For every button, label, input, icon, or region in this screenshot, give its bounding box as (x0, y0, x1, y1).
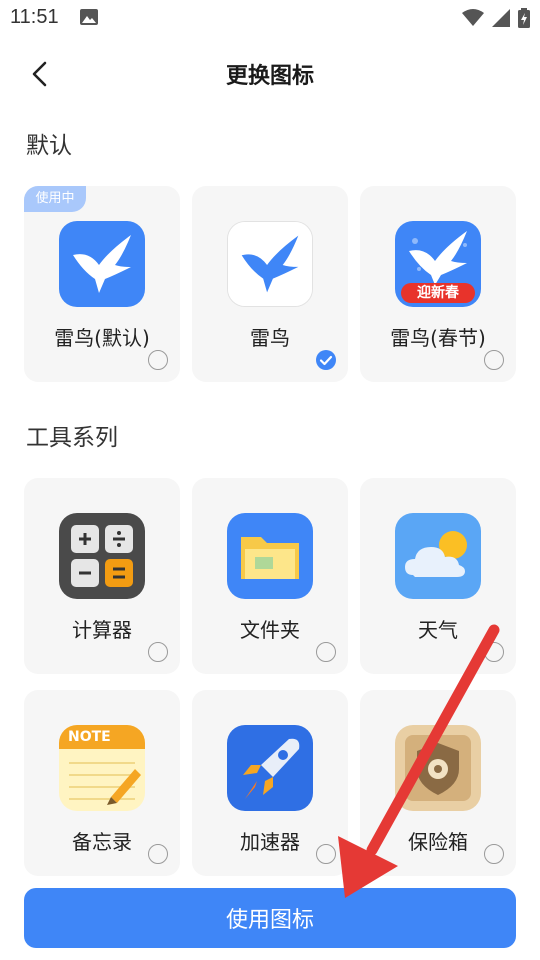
icon-option-label: 雷鸟 (250, 326, 290, 350)
checkmark-icon (319, 355, 333, 366)
icon-option-folder[interactable]: 文件夹 (192, 478, 348, 674)
note-icon: NOTE (59, 725, 145, 811)
bird-blue-icon (59, 221, 145, 307)
icon-option-leiniao[interactable]: 雷鸟 (192, 186, 348, 382)
icon-option-label: 天气 (418, 618, 458, 642)
icon-option-leiniao-default[interactable]: 使用中 雷鸟(默认) (24, 186, 180, 382)
gallery-notification-icon (80, 9, 98, 29)
calculator-icon (59, 513, 145, 599)
radio-unchecked[interactable] (316, 642, 336, 662)
icon-option-label: 计算器 (72, 618, 132, 642)
nav-bar: 更换图标 (0, 44, 540, 100)
note-icon-text: NOTE (68, 729, 111, 745)
radio-unchecked[interactable] (148, 844, 168, 864)
radio-unchecked[interactable] (148, 350, 168, 370)
signal-icon (492, 9, 510, 31)
page-title: 更换图标 (225, 64, 314, 89)
safe-icon (395, 725, 481, 811)
spring-banner-text: 迎新春 (417, 285, 459, 301)
icon-option-rocket[interactable]: 加速器 (192, 690, 348, 876)
icon-option-label: 雷鸟(春节) (390, 326, 486, 350)
weather-icon (395, 513, 481, 599)
icon-option-note[interactable]: NOTE 备忘录 (24, 690, 180, 876)
icon-option-weather[interactable]: 天气 (360, 478, 516, 674)
battery-icon (518, 8, 530, 32)
radio-unchecked[interactable] (484, 350, 504, 370)
status-bar: 11:51 (0, 0, 540, 36)
status-icons (462, 8, 530, 32)
wifi-icon (462, 9, 484, 31)
use-icon-button[interactable]: 使用图标 (24, 888, 516, 948)
radio-unchecked[interactable] (484, 844, 504, 864)
folder-icon (227, 513, 313, 599)
bird-white-icon (227, 221, 313, 307)
bird-spring-icon: 迎新春 (395, 221, 481, 307)
radio-checked[interactable] (316, 350, 336, 370)
radio-unchecked[interactable] (484, 642, 504, 662)
section-title-tools: 工具系列 (26, 425, 118, 451)
icon-option-safe[interactable]: 保险箱 (360, 690, 516, 876)
status-time: 11:51 (10, 6, 59, 28)
icon-option-label: 文件夹 (240, 618, 300, 642)
radio-unchecked[interactable] (148, 642, 168, 662)
in-use-badge: 使用中 (24, 186, 86, 212)
icon-option-leiniao-spring[interactable]: 迎新春 雷鸟(春节) (360, 186, 516, 382)
icon-option-calculator[interactable]: 计算器 (24, 478, 180, 674)
section-title-default: 默认 (26, 133, 72, 159)
rocket-icon (227, 725, 313, 811)
icon-option-label: 雷鸟(默认) (54, 326, 150, 350)
radio-unchecked[interactable] (316, 844, 336, 864)
